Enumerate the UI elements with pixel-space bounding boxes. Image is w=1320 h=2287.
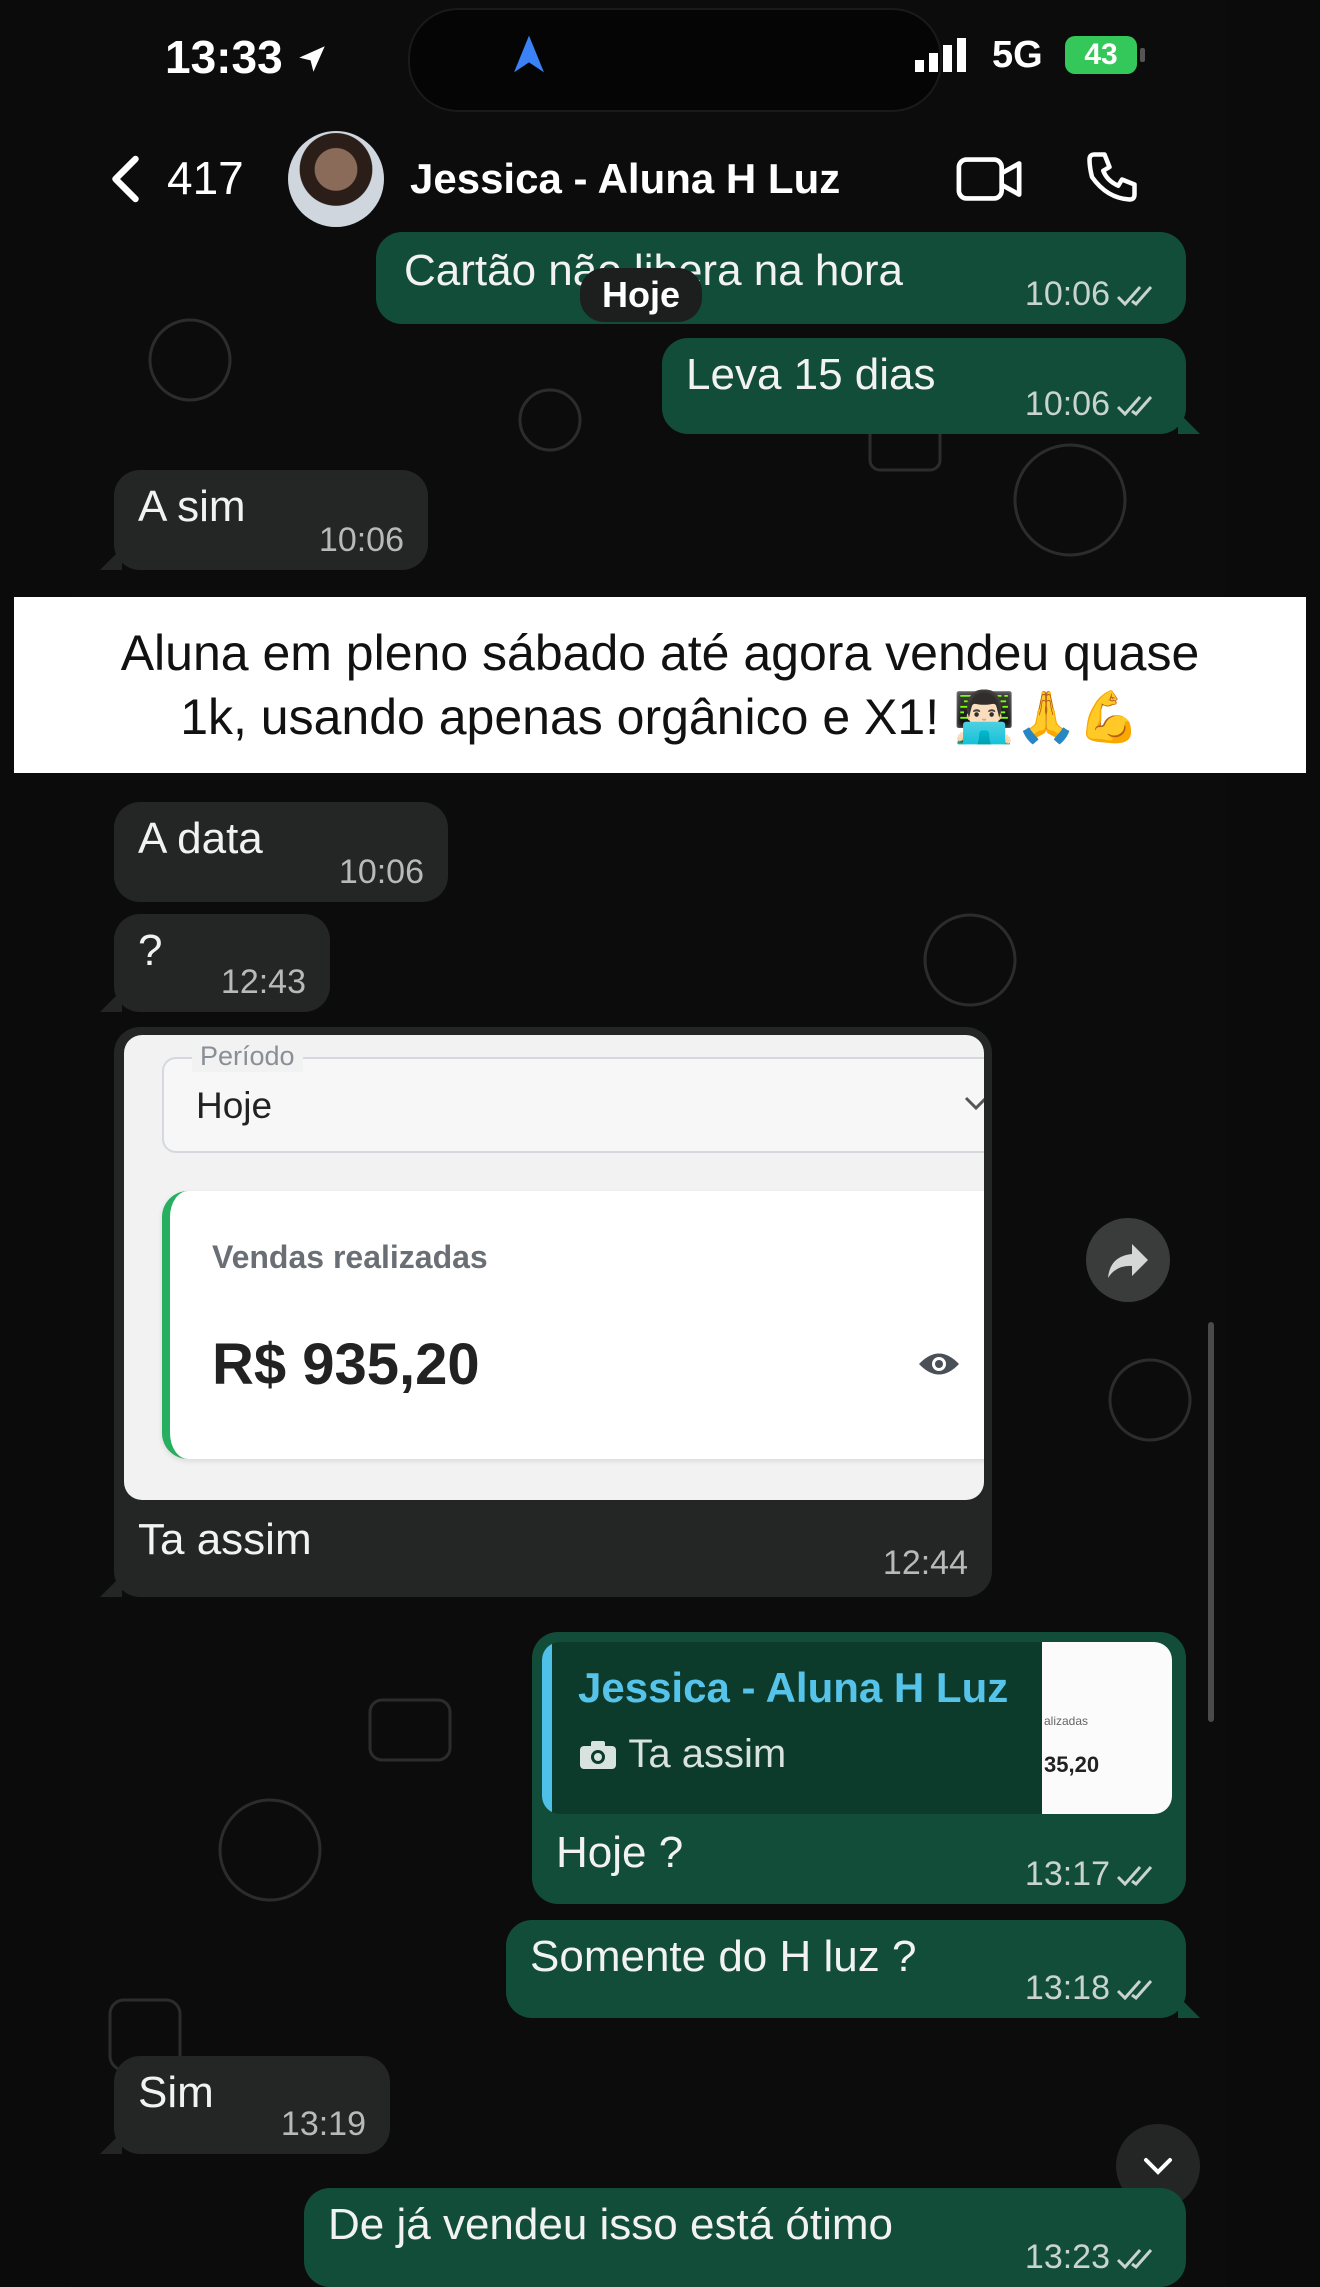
read-ticks-icon — [1116, 286, 1153, 307]
message-time: 10:06 — [1025, 385, 1162, 424]
period-value: Hoje — [196, 1085, 273, 1126]
quoted-text: Ta assim — [578, 1732, 786, 1777]
read-ticks-icon — [1116, 1980, 1153, 2001]
location-arrow-icon — [299, 46, 326, 72]
voice-call-icon[interactable] — [1082, 147, 1142, 207]
image-caption: Ta assim — [138, 1515, 312, 1564]
message-time: 13:17 — [1025, 1855, 1162, 1894]
scrollbar[interactable] — [1208, 1322, 1214, 1722]
read-ticks-icon — [1116, 2249, 1153, 2270]
message-text: Hoje ? — [556, 1828, 684, 1877]
battery-level: 43 — [1084, 38, 1118, 71]
message-text: A sim — [138, 482, 246, 531]
sales-card: Vendas realizadas R$ 935,20 — [162, 1191, 984, 1459]
sales-value: R$ 935,20 — [212, 1332, 480, 1397]
message-incoming[interactable]: A sim 10:06 — [100, 470, 428, 570]
sales-screenshot[interactable]: Período Hoje Vendas realizadas R$ 935,20 — [124, 1035, 984, 1500]
banner-line-1: Aluna em pleno sábado até agora vendeu q… — [120, 625, 1200, 681]
status-bar: 13:33 5G 43 — [70, 0, 1226, 120]
message-time: 10:06 — [318, 521, 404, 559]
bubble-tail — [100, 1575, 122, 1597]
contact-name[interactable]: Jessica - Aluna H Luz — [410, 155, 840, 203]
message-time: 12:43 — [220, 963, 306, 1001]
bubble-tail — [100, 990, 122, 1012]
banner-line-2: 1k, usando apenas orgânico e X1! 👨🏻‍💻🙏💪 — [180, 689, 1140, 745]
sales-label: Vendas realizadas — [212, 1239, 488, 1275]
message-text: Sim — [138, 2068, 214, 2117]
chat-header: 417 Jessica - Aluna H Luz — [70, 125, 1226, 235]
message-text: ? — [138, 926, 163, 975]
chat-screen: 13:33 5G 43 417 Jessica - Aluna H Luz Ca… — [70, 0, 1226, 2287]
message-outgoing-reply[interactable]: Jessica - Aluna H Luz Ta assim alizadas … — [532, 1632, 1186, 1904]
image-message[interactable]: Período Hoje Vendas realizadas R$ 935,20… — [100, 1027, 992, 1597]
day-separator: Hoje — [580, 268, 703, 322]
back-chevron-icon[interactable] — [98, 149, 158, 209]
period-select: Período Hoje — [162, 1041, 984, 1153]
status-time: 13:33 — [165, 30, 329, 84]
battery-icon: 43 — [1065, 36, 1137, 74]
unread-count[interactable]: 417 — [167, 151, 244, 205]
quoted-message[interactable]: Jessica - Aluna H Luz Ta assim alizadas … — [542, 1642, 1172, 1814]
camera-icon — [580, 1741, 616, 1769]
contact-avatar[interactable] — [288, 131, 384, 227]
message-outgoing[interactable]: Leva 15 dias 10:06 — [662, 338, 1200, 434]
message-time: 10:06 — [338, 853, 424, 891]
banner-text: Aluna em pleno sábado até agora vendeu q… — [14, 621, 1306, 749]
quoted-sender: Jessica - Aluna H Luz — [578, 1664, 1009, 1711]
video-call-icon[interactable] — [955, 151, 1025, 207]
message-time: 12:44 — [882, 1544, 968, 1582]
message-outgoing[interactable]: Cartão não libera na hora 10:06 — [376, 232, 1186, 324]
message-time: 13:18 — [1025, 1969, 1162, 2008]
read-ticks-icon — [1116, 1866, 1153, 1887]
bubble-tail — [100, 2132, 122, 2154]
navigation-arrow-icon — [514, 35, 544, 73]
quote-accent-bar — [542, 1642, 552, 1814]
chevron-down-icon — [964, 1096, 984, 1111]
message-text: Leva 15 dias — [686, 350, 936, 399]
message-time: 13:19 — [280, 2105, 366, 2143]
message-incoming[interactable]: ? 12:43 — [100, 914, 330, 1012]
message-text: Somente do H luz ? — [530, 1932, 917, 1981]
message-time: 10:06 — [1025, 275, 1162, 314]
screen-frame: 13:33 5G 43 417 Jessica - Aluna H Luz Ca… — [0, 0, 1320, 2287]
bubble-tail — [1178, 412, 1200, 434]
message-incoming[interactable]: A data 10:06 — [114, 802, 448, 902]
message-incoming[interactable]: Sim 13:19 — [100, 2056, 390, 2154]
read-ticks-icon — [1116, 396, 1153, 417]
message-text: De já vendeu isso está ótimo — [328, 2200, 893, 2249]
bubble-tail — [100, 548, 122, 570]
eye-icon — [919, 1353, 959, 1375]
message-outgoing[interactable]: Somente do H luz ? 13:18 — [506, 1920, 1200, 2018]
forward-arrow-icon — [1108, 1244, 1148, 1278]
thumb-label: alizadas — [1044, 1714, 1089, 1728]
period-label: Período — [192, 1041, 303, 1072]
thumb-value: 35,20 — [1044, 1752, 1100, 1777]
dynamic-island — [408, 8, 942, 112]
signal-icon — [915, 38, 966, 72]
forward-button[interactable] — [1086, 1218, 1170, 1302]
quoted-thumbnail: alizadas 35,20 — [1042, 1642, 1172, 1814]
message-text: A data — [138, 814, 263, 863]
message-time: 13:23 — [1025, 2238, 1162, 2277]
bubble-tail — [1178, 1996, 1200, 2018]
network-type: 5G — [992, 34, 1043, 76]
message-outgoing[interactable]: De já vendeu isso está ótimo 13:23 — [304, 2188, 1186, 2287]
caption-banner: Aluna em pleno sábado até agora vendeu q… — [14, 597, 1306, 773]
battery-tip — [1140, 48, 1145, 62]
